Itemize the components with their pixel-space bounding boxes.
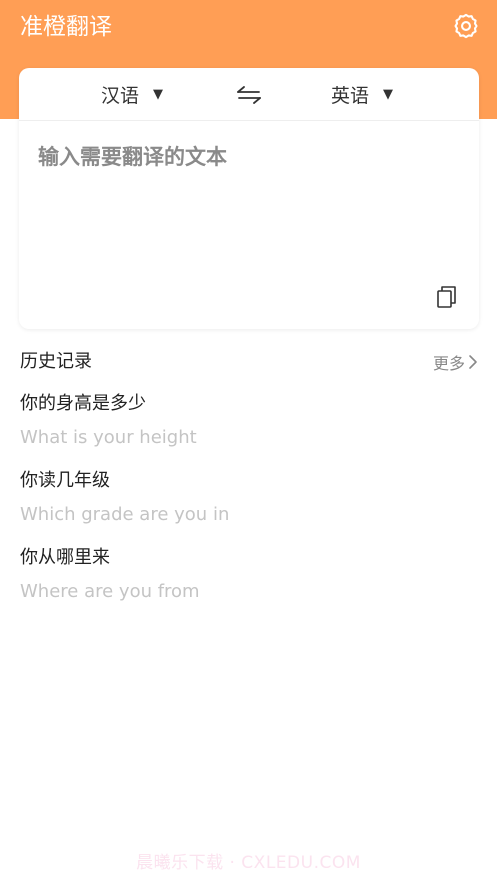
history-translation-text: Where are you from <box>20 581 200 602</box>
history-item[interactable]: 你从哪里来 Where are you from <box>20 544 478 621</box>
swap-languages-button[interactable] <box>234 81 264 109</box>
translation-input[interactable] <box>38 141 458 261</box>
copy-icon <box>437 286 456 308</box>
settings-button[interactable] <box>450 10 482 42</box>
source-language-label: 汉语 <box>101 85 140 107</box>
history-title: 历史记录 <box>20 351 92 372</box>
translation-card: 汉语 ▼ 英语 ▼ <box>19 68 479 329</box>
swap-arrows-icon <box>237 86 261 104</box>
history-more-link[interactable]: 更多 <box>433 347 478 377</box>
history-translation-text: What is your height <box>20 427 197 448</box>
source-language-select[interactable]: 汉语 ▼ <box>101 68 163 121</box>
history-source-text: 你的身高是多少 <box>20 393 146 414</box>
triangle-down-icon: ▼ <box>383 87 394 102</box>
watermark: 晨曦乐下载 · CXLEDU.COM <box>136 853 361 873</box>
history-source-text: 你从哪里来 <box>20 547 110 568</box>
history-item[interactable]: 你的身高是多少 What is your height <box>20 390 478 467</box>
history-item[interactable]: 你读几年级 Which grade are you in <box>20 467 478 544</box>
target-language-select[interactable]: 英语 ▼ <box>331 68 393 121</box>
chevron-right-icon <box>469 355 477 369</box>
triangle-down-icon: ▼ <box>153 87 164 102</box>
gear-icon <box>454 13 478 39</box>
history-list: 你的身高是多少 What is your height 你读几年级 Which … <box>20 390 478 621</box>
more-label: 更多 <box>432 354 465 373</box>
language-bar: 汉语 ▼ 英语 ▼ <box>19 68 479 121</box>
target-language-label: 英语 <box>331 85 370 107</box>
history-translation-text: Which grade are you in <box>20 504 230 525</box>
copy-button[interactable] <box>433 283 461 311</box>
app-title: 准橙翻译 <box>20 14 112 40</box>
history-source-text: 你读几年级 <box>20 470 110 491</box>
history-header: 历史记录 更多 <box>20 347 478 377</box>
